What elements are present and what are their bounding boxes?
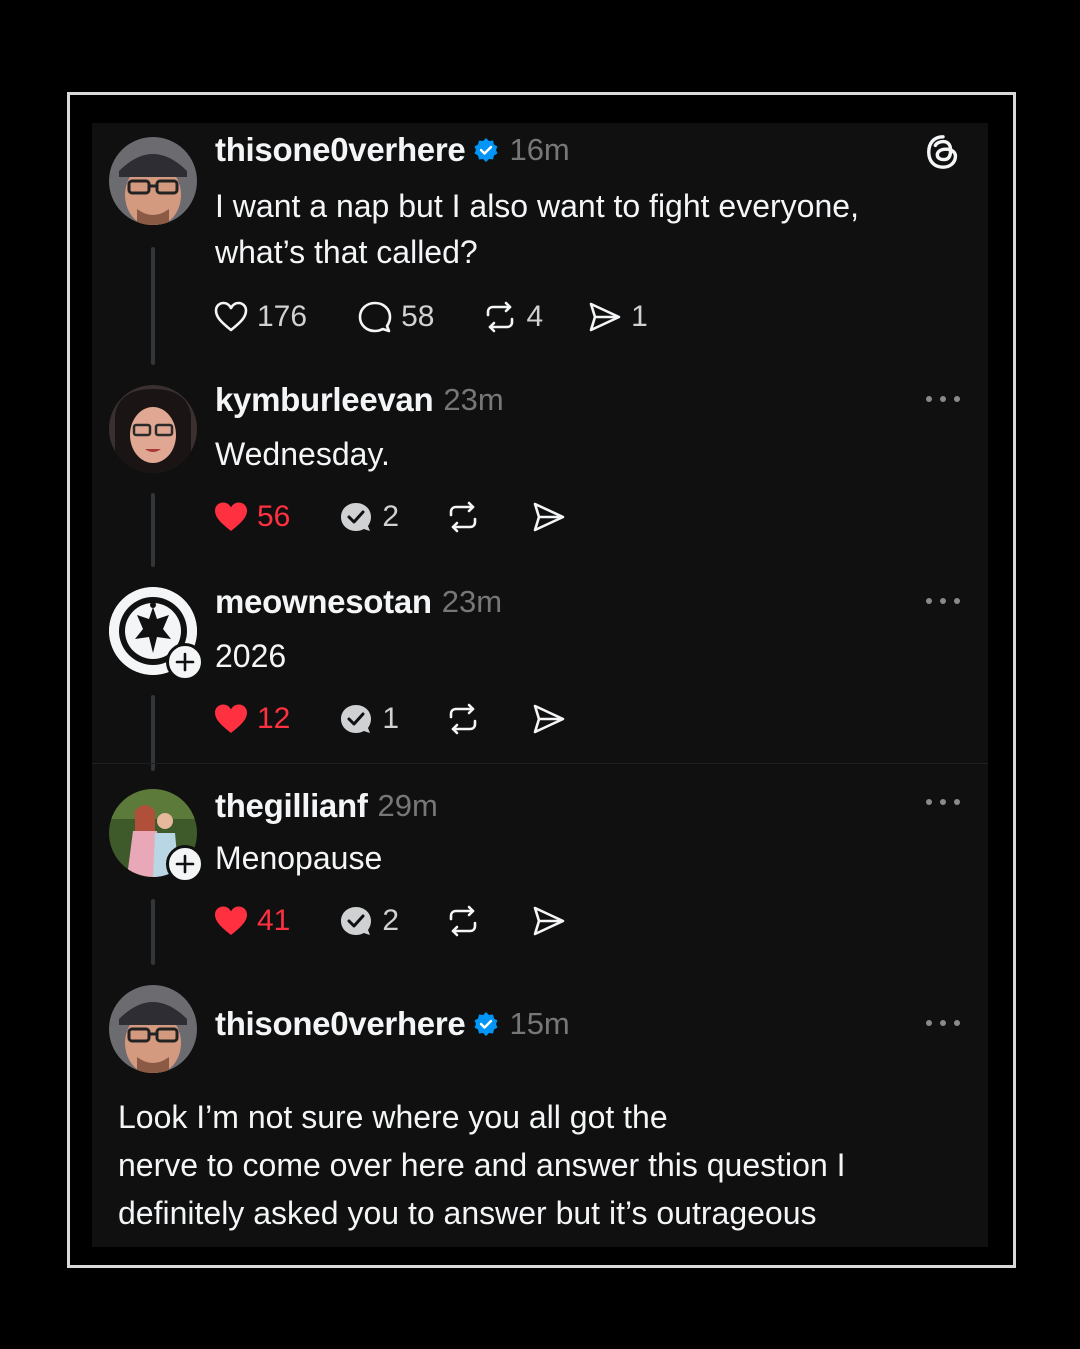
like-count: 12 xyxy=(257,702,291,735)
post-text: I want a nap but I also want to fight ev… xyxy=(215,188,859,270)
threads-logo-icon[interactable] xyxy=(924,133,962,171)
repost-icon xyxy=(449,501,477,533)
post-header: thegillianf 29m xyxy=(215,787,438,825)
verified-badge-icon xyxy=(474,1012,498,1036)
username[interactable]: thisone0verhere xyxy=(215,131,466,169)
repost-icon xyxy=(487,301,514,333)
post-text: Look I’m not sure where you all got the … xyxy=(118,1093,968,1237)
share-count: 1 xyxy=(631,300,648,333)
text-line: nerve to come over here and answer this … xyxy=(118,1147,846,1183)
thread-line xyxy=(151,493,155,567)
reply-button[interactable]: 2 xyxy=(338,903,399,939)
more-options-icon[interactable] xyxy=(926,394,960,404)
heart-filled-icon xyxy=(215,704,247,733)
section-divider xyxy=(92,763,988,764)
reply-button[interactable]: 2 xyxy=(338,499,399,535)
timestamp: 29m xyxy=(377,788,438,823)
timestamp: 23m xyxy=(441,584,503,619)
repost-button[interactable] xyxy=(445,499,481,535)
verified-badge-icon xyxy=(474,138,498,162)
like-button[interactable]: 12 xyxy=(213,701,290,737)
more-options-icon[interactable] xyxy=(926,797,960,807)
thread-line xyxy=(151,695,155,771)
plus-icon xyxy=(175,652,195,672)
heart-icon xyxy=(214,301,248,332)
reply-count: 58 xyxy=(401,300,435,333)
action-bar: 176 58 4 1 xyxy=(213,297,648,337)
share-button[interactable] xyxy=(531,499,567,535)
post-header: thisone0verhere 16m xyxy=(215,131,570,169)
timestamp: 23m xyxy=(443,382,504,417)
replied-check-icon xyxy=(341,907,372,935)
more-options-icon[interactable] xyxy=(926,1018,960,1028)
reply-button[interactable]: 58 xyxy=(357,299,434,335)
repost-button[interactable]: 4 xyxy=(482,299,543,335)
repost-icon xyxy=(449,703,477,735)
like-button[interactable]: 41 xyxy=(213,903,290,939)
share-button[interactable] xyxy=(531,903,567,939)
reply-button[interactable]: 1 xyxy=(338,701,399,737)
like-count: 41 xyxy=(257,904,291,937)
replied-check-icon xyxy=(341,705,372,733)
timestamp: 16m xyxy=(509,132,570,167)
username[interactable]: kymburleevan xyxy=(215,381,434,419)
thread-line xyxy=(151,899,155,965)
repost-icon xyxy=(449,905,477,937)
post-text: Menopause xyxy=(215,840,383,876)
replied-check-icon xyxy=(341,503,372,531)
post-header: kymburleevan 23m xyxy=(215,381,504,419)
avatar[interactable] xyxy=(109,385,197,473)
share-button[interactable]: 1 xyxy=(587,299,648,335)
reply-count: 1 xyxy=(382,702,400,735)
follow-plus-button[interactable] xyxy=(166,643,204,681)
more-options-icon[interactable] xyxy=(926,596,960,606)
username[interactable]: meownesotan xyxy=(215,583,432,621)
text-line: definitely asked you to answer but it’s … xyxy=(118,1195,817,1231)
repost-button[interactable] xyxy=(445,903,481,939)
post-text: Wednesday. xyxy=(215,436,390,472)
repost-button[interactable] xyxy=(445,701,481,737)
share-button[interactable] xyxy=(531,701,567,737)
heart-filled-icon xyxy=(215,502,247,531)
comment-icon xyxy=(358,301,392,333)
follow-plus-button[interactable] xyxy=(166,845,204,883)
like-count: 56 xyxy=(257,500,291,533)
like-button[interactable]: 56 xyxy=(213,499,290,535)
timestamp: 15m xyxy=(509,1006,570,1041)
action-bar: 41 2 xyxy=(213,901,567,941)
like-count: 176 xyxy=(257,300,308,333)
avatar[interactable] xyxy=(109,985,197,1073)
reply-count: 2 xyxy=(382,904,400,937)
post-text: 2026 xyxy=(215,638,287,674)
share-icon xyxy=(589,302,621,332)
heart-filled-icon xyxy=(215,906,247,935)
action-bar: 12 1 xyxy=(213,699,567,739)
post-header: thisone0verhere 15m xyxy=(215,1005,570,1043)
thread-card: thisone0verhere 16m I want a nap but I a… xyxy=(92,123,988,1247)
repost-count: 4 xyxy=(526,300,544,333)
like-button[interactable]: 176 xyxy=(213,299,307,335)
text-line: Look I’m not sure where you all got the xyxy=(118,1099,668,1135)
username[interactable]: thisone0verhere xyxy=(215,1005,466,1043)
post-header: meownesotan 23m xyxy=(215,583,502,621)
action-bar: 56 2 xyxy=(213,497,567,537)
share-icon xyxy=(533,906,565,936)
avatar[interactable] xyxy=(109,137,197,225)
username[interactable]: thegillianf xyxy=(215,787,368,825)
plus-icon xyxy=(175,854,195,874)
share-icon xyxy=(533,704,565,734)
thread-line xyxy=(151,247,155,365)
share-icon xyxy=(533,502,565,532)
reply-count: 2 xyxy=(382,500,400,533)
